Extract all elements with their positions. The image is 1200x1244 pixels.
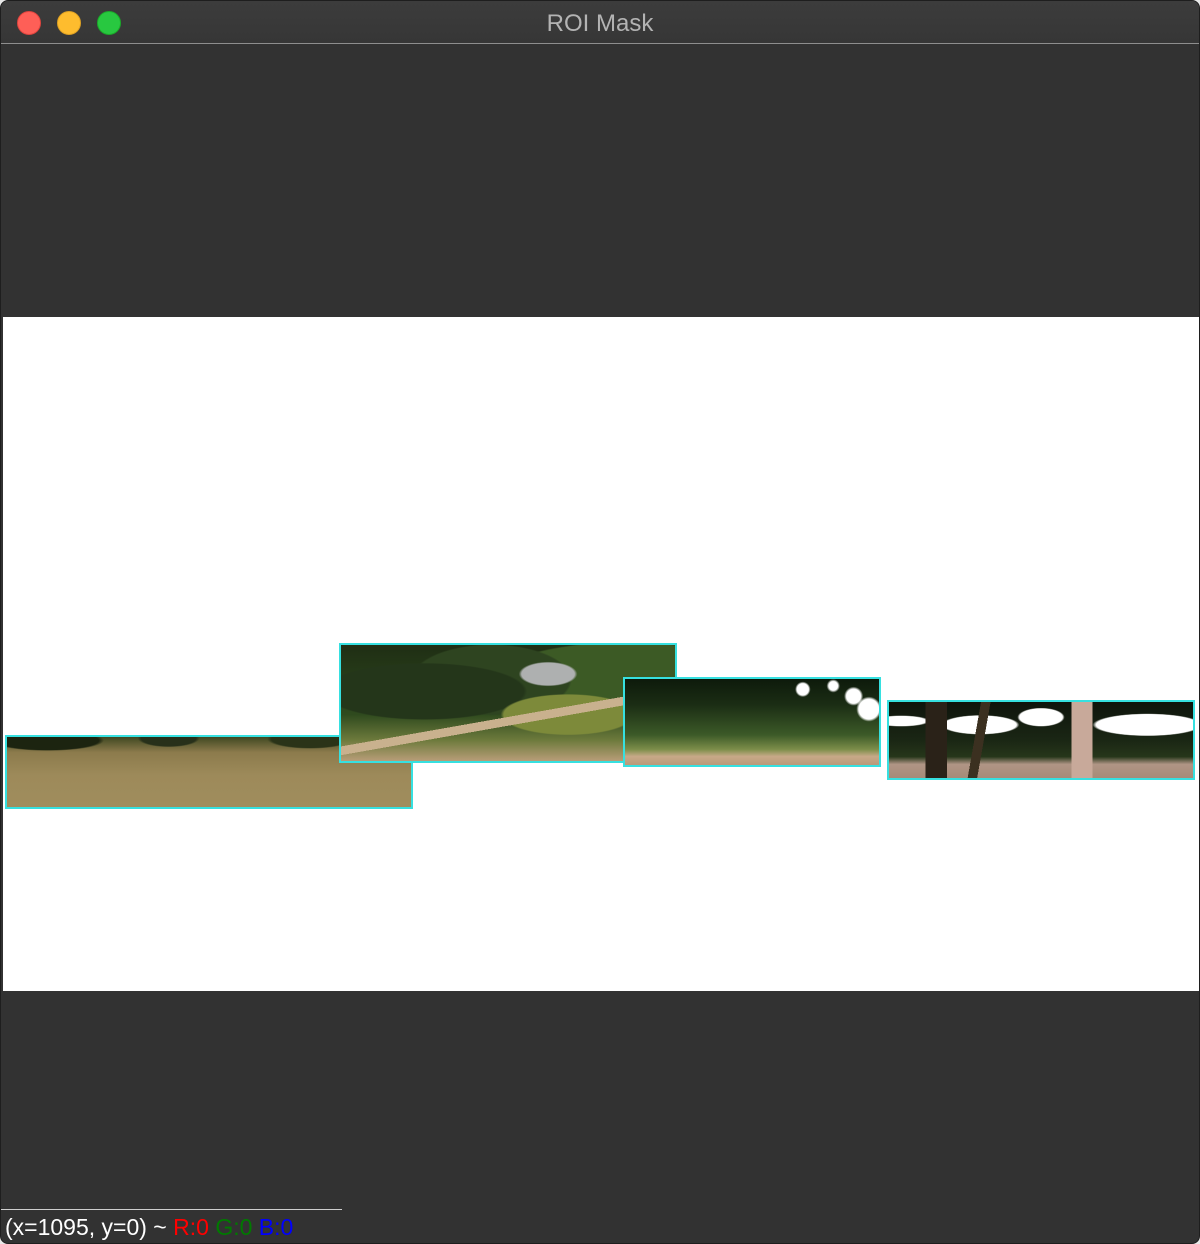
title-bar[interactable]: ROI Mask bbox=[1, 1, 1199, 44]
roi-image-road-shrubs bbox=[625, 679, 879, 765]
blue-value: B:0 bbox=[258, 1214, 294, 1240]
cursor-coords: (x=1095, y=0) ~ bbox=[5, 1214, 174, 1240]
image-canvas[interactable] bbox=[3, 317, 1199, 991]
roi-image-tree-trunks bbox=[889, 702, 1193, 778]
red-value: R:0 bbox=[173, 1214, 209, 1240]
pixel-status-bar: (x=1095, y=0) ~ R:0 G:0 B:0 bbox=[1, 1209, 342, 1243]
green-value: G:0 bbox=[215, 1214, 253, 1240]
roi-box-tree-trunks bbox=[887, 700, 1195, 780]
window-title: ROI Mask bbox=[546, 10, 654, 37]
app-window: ROI Mask (x=1095, y=0) ~ R:0 G:0 B:0 bbox=[0, 0, 1200, 1244]
roi-box-road-shrubs bbox=[623, 677, 881, 767]
